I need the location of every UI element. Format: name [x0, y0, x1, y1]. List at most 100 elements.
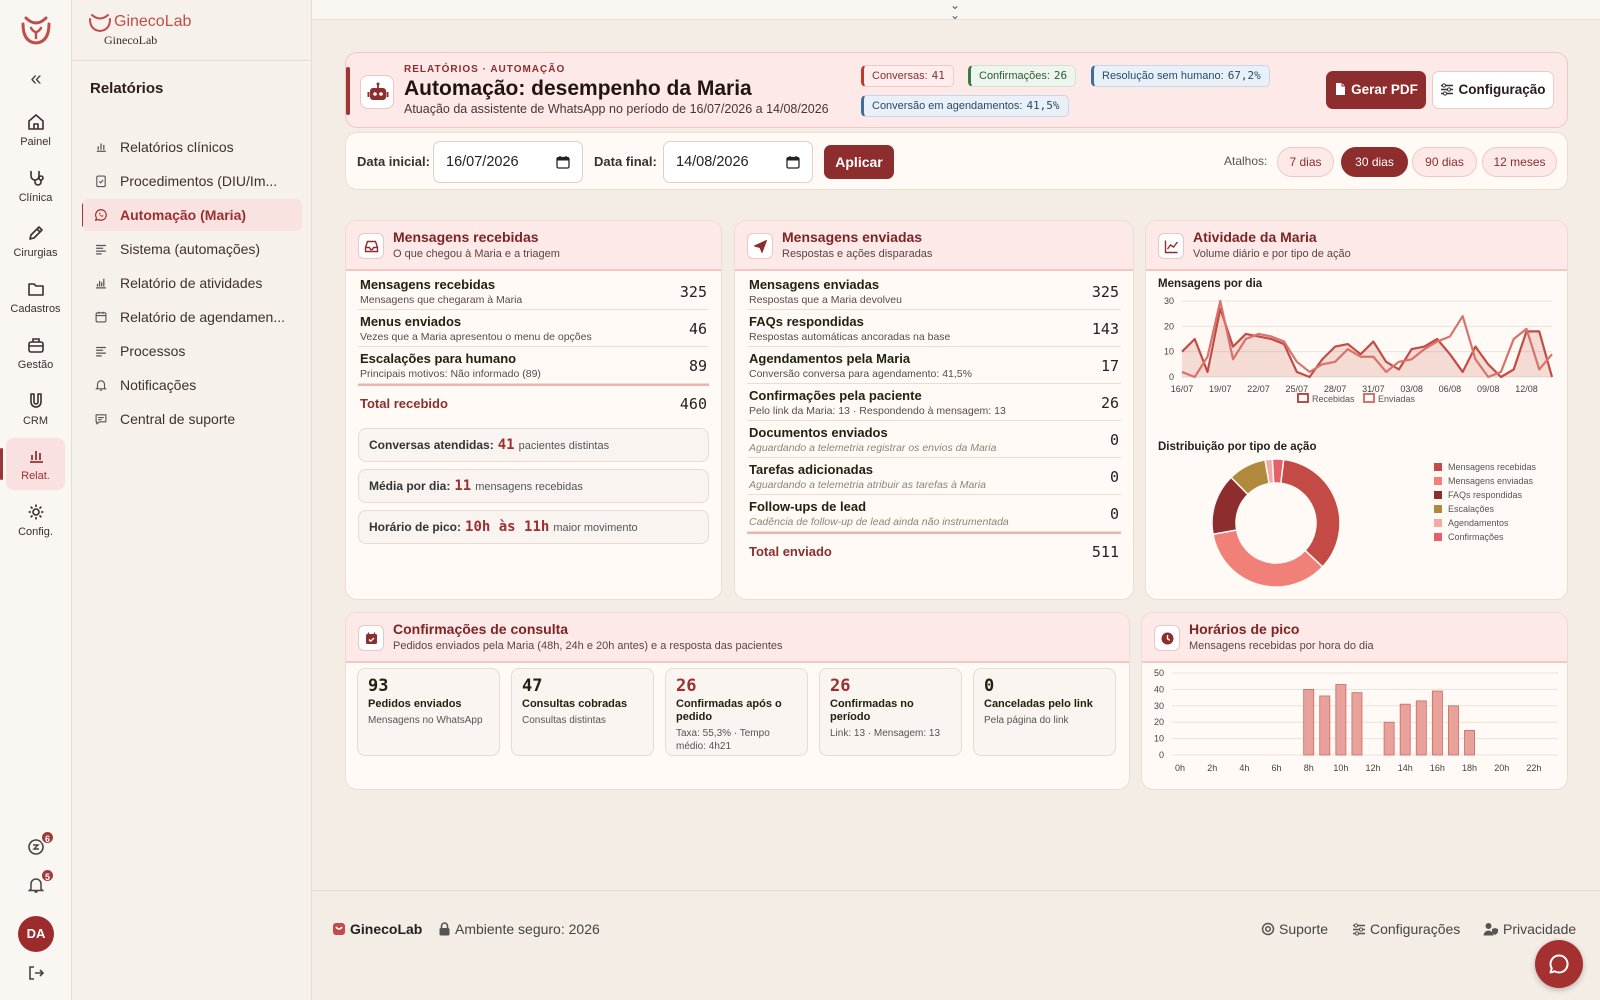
- apply-button[interactable]: Aplicar: [824, 145, 894, 179]
- x-tick-label: 6h: [1272, 763, 1282, 773]
- card-title: Atividade da Maria: [1193, 229, 1317, 245]
- expand-topbar-icon[interactable]: ⌄ ⌄: [950, 0, 960, 21]
- rail-item-stethoscope[interactable]: Clínica: [6, 160, 65, 212]
- legend-swatch: [1434, 519, 1442, 527]
- metric-description: Vezes que a Maria apresentou o menu de o…: [360, 331, 592, 343]
- rail-item-bar-chart[interactable]: Relat.: [0, 438, 65, 491]
- brand[interactable]: GinecoLab GinecoLab: [88, 12, 191, 48]
- peak-hours-card: Horários de pico Mensagens recebidas por…: [1141, 612, 1568, 790]
- footer-link-support[interactable]: Suporte: [1261, 921, 1328, 937]
- inbox-icon: [358, 233, 384, 259]
- sidebar-item-7[interactable]: Processos: [82, 335, 302, 367]
- messages-per-day-chart: 0 10 20 30 16/07 19/07 22/07 25/07 28/07 31/07 03/…: [1164, 296, 1554, 404]
- x-tick-label: 20h: [1494, 763, 1509, 773]
- shortcut-2[interactable]: 30 dias: [1341, 147, 1408, 177]
- logout-icon: [29, 966, 45, 980]
- sidebar-item-9[interactable]: Central de suporte: [82, 403, 302, 435]
- notifications-button[interactable]: 5: [0, 868, 72, 897]
- confirmation-stat-description: Pela página do link: [984, 715, 1069, 726]
- sidebar-item-3[interactable]: Automação (Maria): [82, 199, 302, 231]
- sidebar-item-2[interactable]: Procedimentos (DIU/Im...: [82, 165, 302, 197]
- stat-value: 41: [497, 437, 515, 453]
- metric-description: Aguardando a telemetria atribuir as tare…: [749, 479, 986, 491]
- ginecolab-logo-icon[interactable]: [18, 14, 54, 46]
- card-title: Mensagens enviadas: [782, 229, 923, 245]
- metric-value: 17: [1100, 357, 1119, 375]
- rail-item-folder[interactable]: Cadastros: [6, 271, 65, 323]
- line-chart-title: Mensagens por dia: [1158, 278, 1263, 290]
- bar-10h: [1335, 684, 1347, 756]
- rail-item-magnet[interactable]: CRM: [6, 383, 65, 435]
- activity-chart-icon: [96, 278, 106, 289]
- card-header: Horários de pico Mensagens recebidas por…: [1142, 613, 1567, 663]
- generate-pdf-button[interactable]: Gerar PDF: [1326, 71, 1426, 109]
- start-date-input[interactable]: 16/07/2026: [433, 141, 583, 183]
- card-title: Mensagens recebidas: [393, 229, 539, 245]
- bar-14h: [1399, 703, 1411, 756]
- metric-total-row: Total recebido 460: [358, 384, 709, 420]
- secure-environment-label: Ambiente seguro: 2026: [438, 921, 600, 937]
- metric-row: Escalações para humano Principais motivos…: [358, 347, 709, 384]
- sidebar-item-5[interactable]: Relatório de atividades: [82, 267, 302, 299]
- folder-icon: [27, 283, 44, 296]
- stat-label: Média por dia:: [369, 479, 451, 493]
- bar-16h: [1431, 690, 1443, 756]
- metric-row: Agendamentos pela Maria Conversão convers…: [747, 347, 1121, 384]
- sidebar-item-8[interactable]: Notificações: [82, 369, 302, 401]
- x-tick-label: 28/07: [1324, 384, 1347, 394]
- footer-link-settings[interactable]: Configurações: [1352, 921, 1460, 937]
- metric-value: 0: [1109, 505, 1119, 523]
- bar-chart-icon: [29, 451, 43, 464]
- billing-button[interactable]: 6: [0, 830, 72, 859]
- metric-description: Pelo link da Maria: 13 · Respondendo à m…: [749, 405, 1006, 417]
- legend-swatch: [1434, 533, 1442, 541]
- sidebar-item-label: Notificações: [120, 377, 197, 393]
- card-header: Mensagens recebidas O que chegou à Maria…: [346, 221, 721, 271]
- sidebar-item-1[interactable]: Relatórios clínicos: [82, 131, 302, 163]
- briefcase-icon: [27, 337, 44, 353]
- calendar-icon[interactable]: [556, 155, 570, 169]
- collapse-sidebar-icon[interactable]: «: [24, 69, 48, 90]
- y-tick-label: 20: [1164, 321, 1174, 331]
- total-value: 511: [1091, 543, 1119, 561]
- configuration-button[interactable]: Configuração: [1432, 71, 1554, 109]
- page-subtitle: Atuação da assistente de WhatsApp no per…: [404, 102, 829, 116]
- metric-description: Principais motivos: Não informado (89): [360, 368, 541, 380]
- footer-link-privacy[interactable]: Privacidade: [1483, 921, 1576, 937]
- confirmation-stat-description: Mensagens no WhatsApp: [368, 715, 483, 726]
- bar-11h: [1351, 692, 1363, 756]
- end-date-input[interactable]: 14/08/2026: [663, 141, 813, 183]
- footer-link-support-label: Suporte: [1279, 921, 1329, 937]
- rail-item-pen[interactable]: Cirurgias: [6, 215, 65, 267]
- page-header: RELATÓRIOS · AUTOMAÇÃO Automação: desemp…: [345, 52, 1568, 128]
- user-avatar[interactable]: DA: [18, 916, 54, 952]
- chat-support-button[interactable]: [1535, 940, 1583, 988]
- summary-pill-2: Confirmações: 26: [968, 65, 1077, 87]
- rail-item-home[interactable]: Painel: [6, 104, 65, 156]
- shortcut-4[interactable]: 12 meses: [1482, 147, 1557, 177]
- calendar-icon[interactable]: [786, 155, 800, 169]
- metric-label: Mensagens enviadas: [749, 277, 880, 292]
- x-tick-label: 25/07: [1286, 384, 1309, 394]
- summary-pill-value: 41: [931, 69, 945, 82]
- rail-item-gear[interactable]: Config.: [6, 494, 65, 546]
- magnet-icon: [29, 392, 42, 408]
- sidebar-item-6[interactable]: Relatório de agendamen...: [82, 301, 302, 333]
- logout-button[interactable]: [0, 964, 72, 985]
- footer-brand[interactable]: GinecoLab: [332, 921, 422, 937]
- metric-label: Confirmações pela paciente: [749, 388, 922, 403]
- metric-value: 89: [688, 357, 707, 375]
- send-icon: [747, 233, 773, 259]
- robot-icon: [360, 75, 394, 109]
- stat-suffix: maior movimento: [553, 522, 638, 534]
- x-tick-label: 0h: [1175, 763, 1185, 773]
- end-date-label: Data final:: [594, 154, 657, 169]
- rail-item-label: Clínica: [18, 191, 53, 204]
- sidebar-item-4[interactable]: Sistema (automações): [82, 233, 302, 265]
- metric-value: 0: [1109, 431, 1119, 449]
- stat-value: 11: [454, 478, 472, 494]
- rail-item-briefcase[interactable]: Gestão: [6, 327, 65, 379]
- rail-item-label: Cadastros: [10, 303, 61, 316]
- shortcut-3[interactable]: 90 dias: [1412, 147, 1477, 177]
- shortcut-1[interactable]: 7 dias: [1277, 147, 1334, 177]
